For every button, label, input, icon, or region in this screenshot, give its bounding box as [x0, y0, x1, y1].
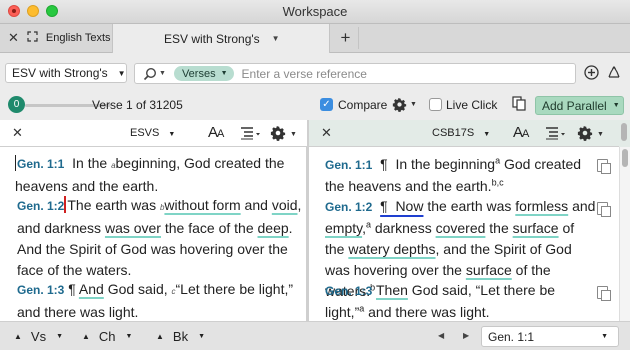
search-field[interactable]: ▼ Verses ▼ [134, 63, 576, 84]
gear-icon[interactable] [270, 125, 286, 141]
tab-bar: ✕ English Texts ESV with Strong's ▼ + [0, 24, 630, 53]
search-icon[interactable] [143, 67, 157, 81]
right-pane-header: ✕ CSB17S ▼ AA ▼ [309, 120, 630, 147]
scope-label: Verses [181, 67, 216, 80]
back-arrow-icon[interactable]: ◀ [438, 331, 444, 340]
window-title: Workspace [282, 4, 348, 19]
chevron-down-icon[interactable]: ▼ [597, 131, 604, 138]
font-size-icon[interactable]: AA [513, 124, 529, 141]
chevron-down-icon[interactable]: ▼ [410, 101, 417, 108]
plus-circle-icon[interactable] [584, 65, 599, 80]
scope-pill[interactable]: Verses ▼ [173, 66, 234, 81]
compare-checkbox[interactable]: ✓ [320, 98, 333, 111]
verse-position-label: Verse 1 of 31205 [92, 98, 183, 112]
chevron-up-icon: ▲ [14, 332, 22, 341]
verse-gen-1-3[interactable]: Gen. 1:3 Then God said, “Let there be li… [325, 280, 597, 321]
live-click-checkbox[interactable] [429, 98, 442, 111]
chevron-down-icon: ▼ [612, 102, 620, 109]
expand-icon[interactable] [27, 31, 38, 45]
tab-esv-strongs[interactable]: ESV with Strong's ▼ [112, 24, 330, 53]
bottom-bar: ▲ Vs ▼ ▲ Ch ▼ ▲ Bk ▼ ◀ ▶ Gen. 1:1 ▼ [0, 321, 630, 350]
list-icon[interactable] [239, 126, 261, 140]
book-nav-button[interactable]: ▲ Bk ▼ [156, 329, 205, 344]
search-toolbar: ESV with Strong's ▼ ▼ Verses ▼ [0, 53, 630, 91]
chevron-down-icon: ▼ [168, 131, 176, 138]
scrollbar-thumb[interactable] [621, 123, 627, 141]
vertical-scrollbar[interactable] [619, 147, 630, 321]
close-pane-icon[interactable]: ✕ [12, 125, 23, 141]
verse-ref[interactable]: Gen. 1:3 [17, 283, 64, 297]
chapter-nav-button[interactable]: ▲ Ch ▼ [82, 329, 132, 344]
chevron-down-icon: ▼ [220, 70, 228, 77]
right-translation-select[interactable]: CSB17S ▼ [432, 127, 490, 139]
verse-gen-1-3[interactable]: Gen. 1:3 ¶ And God said, c“Let there be … [17, 279, 302, 321]
insertion-cursor [64, 196, 67, 213]
verse-ref[interactable]: Gen. 1:2 [325, 200, 372, 214]
compare-label: Compare [338, 98, 388, 112]
verse-gen-1-1[interactable]: Gen. 1:1 In the abeginning, God created … [15, 153, 300, 197]
left-pane-header: ✕ ESVS ▼ AA ▼ [0, 120, 307, 147]
verse-ref[interactable]: Gen. 1:1 [17, 157, 64, 171]
verse-ref[interactable]: Gen. 1:2 [17, 199, 64, 213]
right-pane: Gen. 1:1 ¶ In the beginninga God created… [309, 147, 619, 321]
close-tab-icon[interactable]: ✕ [8, 30, 19, 46]
forward-arrow-icon[interactable]: ▶ [463, 331, 469, 340]
slider-value: 0 [13, 99, 20, 110]
verse-ref[interactable]: Gen. 1:1 [325, 158, 372, 172]
verse-reference-input[interactable] [241, 66, 472, 81]
chevron-down-icon[interactable]: ▼ [272, 34, 280, 43]
verse-nav-button[interactable]: ▲ Vs ▼ [14, 329, 63, 344]
copy-icon[interactable] [512, 96, 526, 111]
translation-select[interactable]: ESV with Strong's ▼ [5, 63, 127, 83]
add-parallel-label: Add Parallel [542, 98, 607, 113]
live-click-label: Live Click [446, 98, 498, 112]
tab-english-texts[interactable]: ✕ English Texts [0, 24, 112, 52]
add-tab-button[interactable]: + [333, 27, 359, 49]
note-icon[interactable] [597, 202, 611, 217]
verse-gen-1-1[interactable]: Gen. 1:1 ¶ In the beginninga God created… [325, 154, 597, 197]
chevron-down-icon: ▼ [56, 333, 64, 340]
ch-label: Ch [98, 329, 116, 344]
left-translation-select[interactable]: ESVS ▼ [130, 127, 175, 139]
gear-icon[interactable] [577, 125, 593, 141]
translation-select-value: ESV with Strong's [12, 66, 108, 80]
chevron-down-icon[interactable]: ▼ [290, 131, 297, 138]
chevron-down-icon: ▼ [601, 333, 608, 340]
note-icon[interactable] [597, 286, 611, 301]
vs-label: Vs [30, 329, 47, 344]
text-cursor [15, 155, 16, 171]
chevron-up-icon: ▲ [82, 332, 90, 341]
close-pane-icon[interactable]: ✕ [321, 125, 332, 141]
list-icon[interactable] [544, 126, 566, 140]
verse-gen-1-2[interactable]: Gen. 1:2 The earth was bwithout form and … [17, 195, 302, 281]
tab-label: English Texts [45, 32, 111, 44]
verse-ref[interactable]: Gen. 1:3 [325, 284, 372, 298]
left-pane: Gen. 1:1 In the abeginning, God created … [0, 147, 307, 321]
chevron-up-icon: ▲ [156, 332, 164, 341]
font-size-icon[interactable]: AA [208, 124, 224, 141]
chevron-down-icon: ▼ [483, 131, 491, 138]
chevron-down-icon[interactable]: ▼ [159, 70, 166, 77]
gear-icon[interactable] [392, 97, 407, 112]
reference-select[interactable]: Gen. 1:1 ▼ [481, 326, 619, 347]
tab-label: ESV with Strong's [164, 31, 260, 46]
note-icon[interactable] [597, 159, 611, 174]
reference-value: Gen. 1:1 [488, 329, 535, 344]
title-bar: Workspace [0, 0, 630, 24]
chevron-down-icon: ▼ [198, 333, 206, 340]
verse-slider-handle[interactable]: 0 [8, 96, 25, 113]
scrollbar-top[interactable] [619, 120, 630, 147]
left-translation-label: ESVS [130, 127, 160, 139]
chevron-down-icon: ▼ [117, 68, 126, 78]
progress-row: 0 Verse 1 of 31205 ✓ Compare ▼ Live Clic… [0, 93, 630, 117]
bk-label: Bk [172, 329, 189, 344]
add-parallel-button[interactable]: Add Parallel ▼ [535, 96, 624, 115]
chevron-down-icon: ▼ [125, 333, 133, 340]
right-translation-label: CSB17S [432, 127, 475, 139]
scrollbar-thumb[interactable] [622, 149, 628, 167]
recycle-icon[interactable] [606, 65, 622, 80]
